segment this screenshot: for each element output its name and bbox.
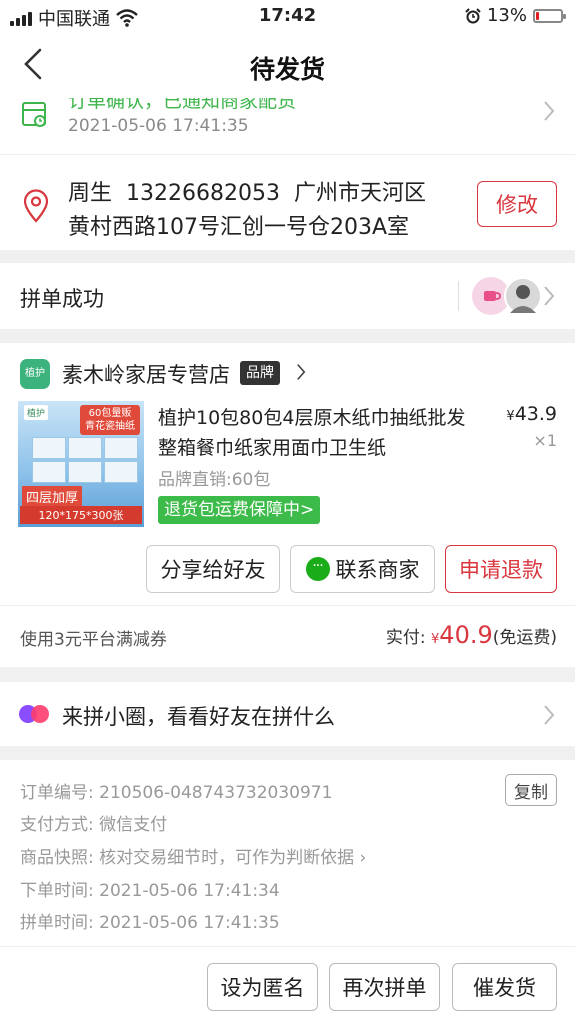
chevron-right-icon — [544, 101, 555, 121]
product-thumbnail[interactable]: 植护 60包量贩 青花瓷抽纸 四层加厚 120*175*300张 — [18, 401, 144, 527]
friend-circle-text: 来拼小圈，看看好友在拼什么 — [62, 705, 335, 729]
chat-icon — [305, 557, 330, 581]
shop-name[interactable]: 素木岭家居专营店 — [62, 359, 230, 389]
thumb-brand-logo: 植护 — [24, 405, 49, 420]
order-time-row: 下单时间: 2021-05-06 17:41:34 — [20, 881, 280, 901]
group-time-row: 拼单时间: 2021-05-06 17:41:35 — [20, 913, 280, 933]
copy-order-number-button[interactable]: 复制 — [505, 774, 557, 806]
battery-percent: 13% — [486, 5, 527, 26]
recipient-info: 周生 13226682053 广州市天河区 — [68, 181, 426, 206]
shop-logo: 植护 — [20, 359, 50, 389]
edit-address-button[interactable]: 修改 — [477, 181, 557, 227]
contact-seller-button[interactable]: 联系商家 — [290, 545, 435, 593]
thumb-promo: 60包量贩 青花瓷抽纸 — [80, 405, 140, 435]
tracking-status: 订单确认，已通知商家配货 — [68, 98, 297, 112]
avatar — [504, 277, 542, 315]
battery-icon — [533, 8, 566, 23]
order-number-row: 订单编号: 210506-048743732030971 — [20, 783, 333, 803]
reorder-button[interactable]: 再次拼单 — [329, 963, 440, 1011]
urge-shipping-button[interactable]: 催发货 — [452, 963, 557, 1011]
page-title: 待发货 — [249, 55, 325, 84]
chevron-right-icon — [544, 286, 555, 306]
shipment-status-icon — [22, 102, 46, 127]
product-price: ¥43.9 — [506, 403, 557, 425]
anonymous-button[interactable]: 设为匿名 — [207, 963, 318, 1011]
circle-logo-icon — [19, 705, 49, 723]
tracking-time: 2021-05-06 17:41:35 — [68, 116, 249, 136]
refund-button[interactable]: 申请退款 — [445, 545, 557, 593]
share-button[interactable]: 分享给好友 — [146, 545, 280, 593]
person-icon — [510, 285, 536, 313]
order-card: 植护 素木岭家居专营店 品牌 植护 60包量贩 青花瓷抽纸 四层加厚 120*1… — [0, 343, 575, 667]
product-title[interactable]: 植护10包80包4层原木纸巾抽纸批发整箱餐巾纸家用面巾卫生纸 — [158, 403, 478, 463]
payment-method-row: 支付方式: 微信支付 — [20, 815, 168, 835]
address-card: 周生 13226682053 广州市天河区 黄村西路107号汇创一号仓203A室… — [0, 154, 575, 250]
group-status-row[interactable]: 拼单成功 — [0, 263, 575, 329]
product-spec: 品牌直销:60包 — [158, 470, 271, 490]
chevron-right-icon: › — [359, 848, 367, 868]
group-status-label: 拼单成功 — [20, 287, 104, 311]
address-detail: 黄村西路107号汇创一号仓203A室 — [68, 215, 410, 240]
product-quantity: ×1 — [533, 431, 557, 450]
friend-circle-row[interactable]: 来拼小圈，看看好友在拼什么 — [0, 682, 575, 746]
order-info: 订单编号: 210506-048743732030971 复制 支付方式: 微信… — [0, 760, 575, 946]
paid-amount: 实付: ¥40.9(免运费) — [385, 621, 557, 649]
thumb-size: 120*175*300张 — [20, 506, 142, 524]
coupon-info: 使用3元平台满减券 — [20, 630, 167, 650]
brand-badge: 品牌 — [240, 361, 280, 385]
return-shipping-guarantee-badge[interactable]: 退货包运费保障中> — [158, 496, 321, 524]
nav-bar: 待发货 — [0, 32, 575, 98]
tracking-row[interactable]: 订单确认，已通知商家配货 2021-05-06 17:41:35 — [0, 98, 575, 154]
snapshot-row[interactable]: 商品快照: 核对交易细节时，可作为判断依据 › — [20, 843, 366, 868]
chevron-right-icon[interactable] — [296, 363, 306, 381]
divider — [458, 281, 459, 311]
thumb-layers: 四层加厚 — [22, 486, 83, 507]
location-pin-icon — [23, 189, 49, 223]
bottom-action-bar: 设为匿名 再次拼单 催发货 — [0, 946, 575, 1024]
status-bar: 中国联通 17:42 13% — [0, 0, 575, 32]
alarm-icon — [465, 7, 481, 23]
chevron-right-icon — [544, 705, 555, 725]
divider — [0, 605, 575, 606]
